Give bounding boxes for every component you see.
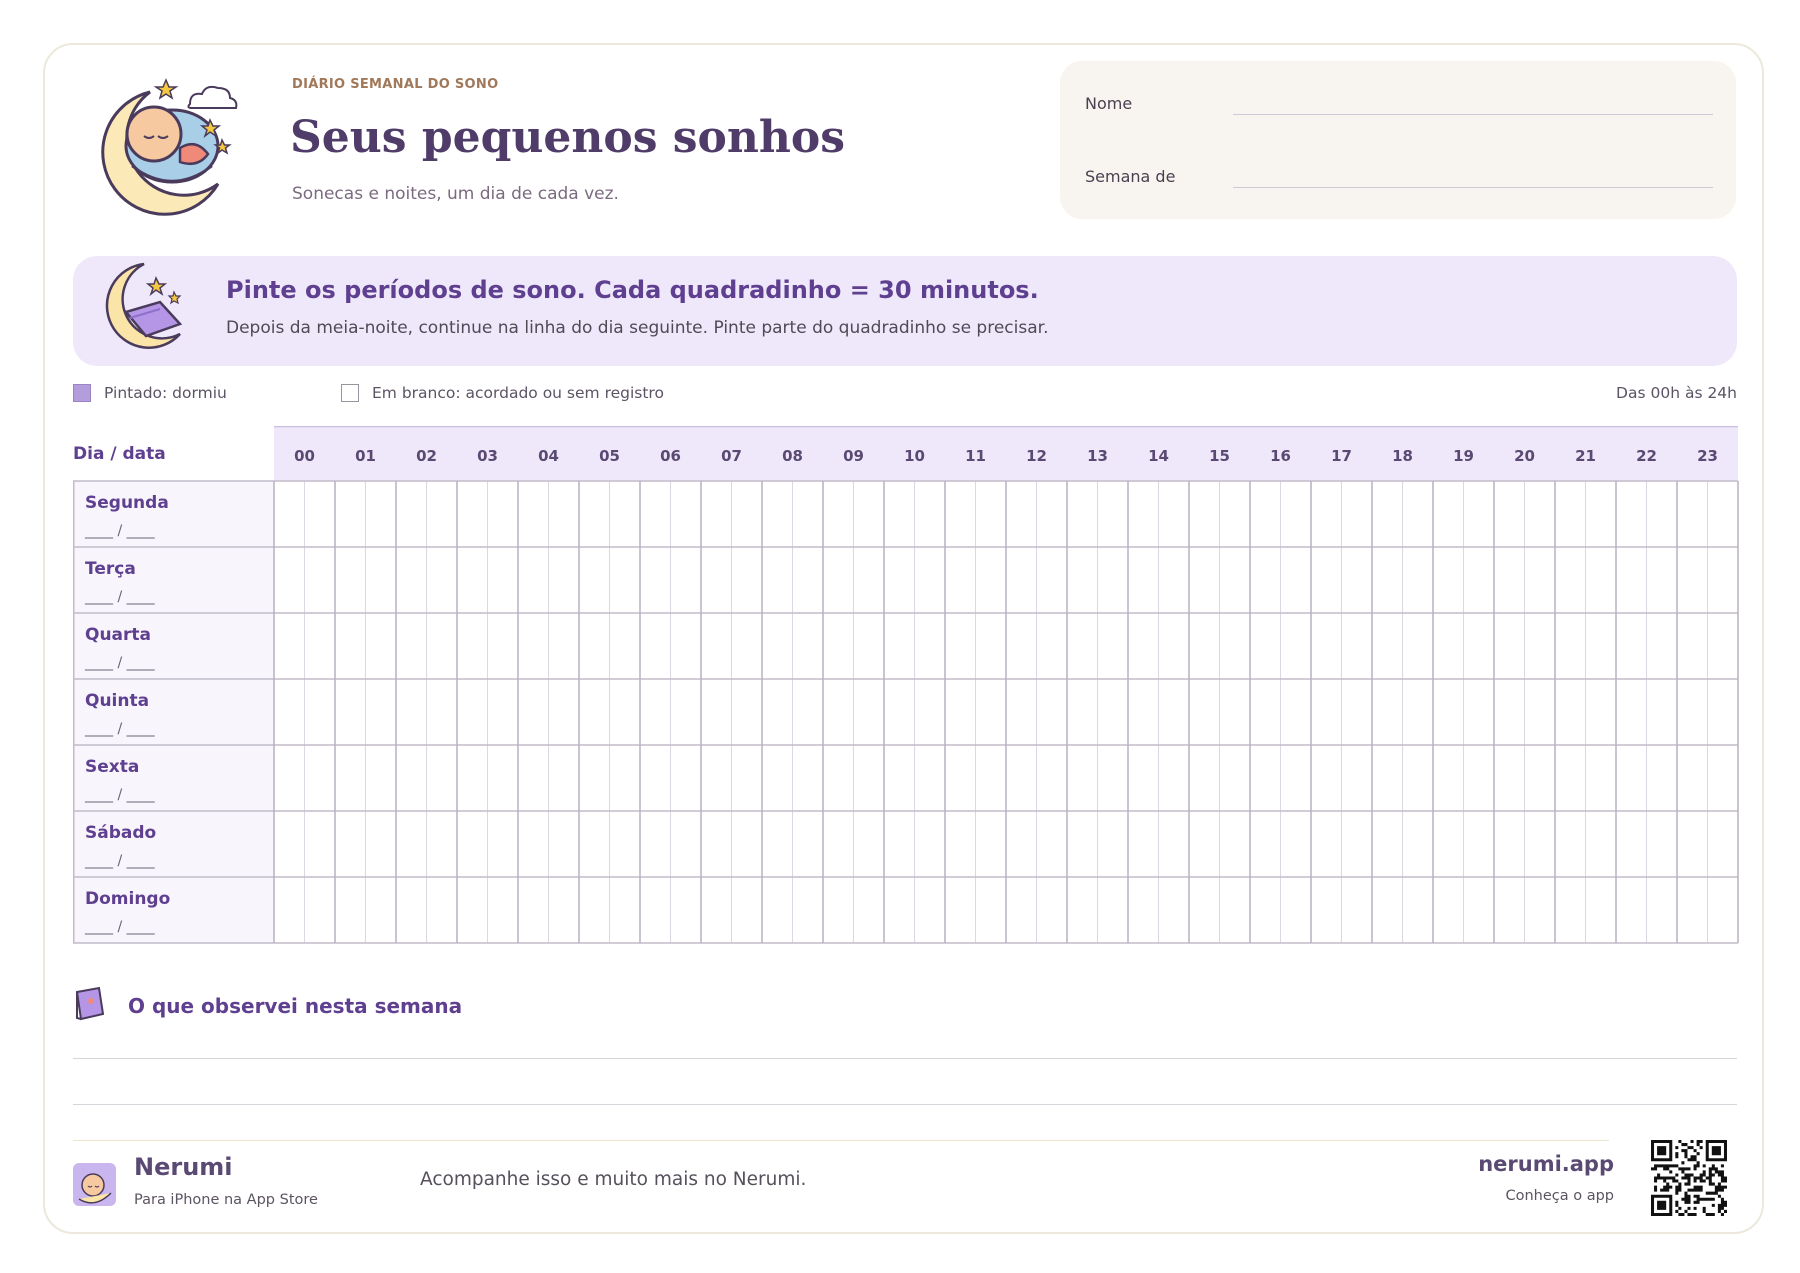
name-field[interactable] bbox=[1233, 114, 1713, 115]
qr-code-icon[interactable] bbox=[1651, 1140, 1727, 1216]
sleep-grid: Dia / data 00 01 02 03 04 05 06 07 08 09 10 11 12 13 14… bbox=[73, 426, 1739, 944]
day-date-blank: ____ / ____ bbox=[84, 787, 156, 803]
hour-label-11: 11 bbox=[965, 447, 986, 465]
footer-message: Acompanhe isso e muito mais no Nerumi. bbox=[420, 1169, 807, 1190]
banner-title: Pinte os períodos de sono. Cada quadradi… bbox=[226, 276, 1039, 304]
day-label: Segunda bbox=[85, 493, 169, 513]
hour-label-17: 17 bbox=[1331, 447, 1352, 465]
notes-line-1[interactable] bbox=[73, 1058, 1737, 1059]
hour-label-12: 12 bbox=[1026, 447, 1047, 465]
hour-label-07: 07 bbox=[721, 447, 742, 465]
hour-label-05: 05 bbox=[599, 447, 620, 465]
hour-label-20: 20 bbox=[1514, 447, 1535, 465]
day-date-blank: ____ / ____ bbox=[84, 655, 156, 671]
name-label: Nome bbox=[1085, 94, 1133, 113]
qr-code-modules bbox=[1651, 1140, 1727, 1216]
notes-title: O que observei nesta semana bbox=[128, 994, 463, 1018]
hour-label-19: 19 bbox=[1453, 447, 1474, 465]
hour-label-08: 08 bbox=[782, 447, 803, 465]
kicker: DIÁRIO SEMANAL DO SONO bbox=[292, 77, 499, 92]
name-week-box bbox=[1060, 61, 1736, 219]
hour-label-00: 00 bbox=[294, 447, 315, 465]
hour-label-14: 14 bbox=[1148, 447, 1169, 465]
day-label: Quarta bbox=[85, 625, 151, 645]
legend-blank-label: Em branco: acordado ou sem registro bbox=[372, 384, 664, 402]
day-date-blank: ____ / ____ bbox=[84, 523, 156, 539]
legend-filled-swatch bbox=[73, 384, 91, 402]
day-label: Sexta bbox=[85, 757, 139, 777]
hour-label-09: 09 bbox=[843, 447, 864, 465]
day-label: Terça bbox=[85, 559, 136, 579]
hour-label-18: 18 bbox=[1392, 447, 1413, 465]
hour-label-02: 02 bbox=[416, 447, 437, 465]
legend-range: Das 00h às 24h bbox=[1616, 384, 1737, 402]
baby-sleeping-on-moon-icon bbox=[92, 76, 244, 221]
hour-label-10: 10 bbox=[904, 447, 925, 465]
site-link[interactable]: nerumi.app bbox=[1478, 1152, 1614, 1176]
hour-label-01: 01 bbox=[355, 447, 376, 465]
instruction-banner bbox=[73, 256, 1737, 366]
hour-label-15: 15 bbox=[1209, 447, 1230, 465]
day-date-blank: ____ / ____ bbox=[84, 721, 156, 737]
hour-label-21: 21 bbox=[1575, 447, 1596, 465]
nerumi-logo-icon bbox=[73, 1163, 116, 1206]
notes-line-2[interactable] bbox=[73, 1104, 1737, 1105]
page-subtitle: Sonecas e noites, um dia de cada vez. bbox=[292, 184, 619, 204]
moon-with-blanket-icon bbox=[104, 258, 190, 350]
grid-corner-label: Dia / data bbox=[73, 444, 166, 464]
day-label: Domingo bbox=[85, 889, 170, 909]
day-label: Quinta bbox=[85, 691, 149, 711]
hour-label-06: 06 bbox=[660, 447, 681, 465]
legend-blank-swatch bbox=[341, 384, 359, 402]
hour-label-13: 13 bbox=[1087, 447, 1108, 465]
site-subtitle: Conheça o app bbox=[1505, 1188, 1614, 1204]
week-field[interactable] bbox=[1233, 187, 1713, 188]
day-label: Sábado bbox=[85, 823, 156, 843]
day-column-background bbox=[73, 481, 274, 943]
hour-label-03: 03 bbox=[477, 447, 498, 465]
day-date-blank: ____ / ____ bbox=[84, 589, 156, 605]
banner-text: Depois da meia-noite, continue na linha … bbox=[226, 318, 1049, 338]
brand-name: Nerumi bbox=[134, 1153, 233, 1181]
legend-filled-label: Pintado: dormiu bbox=[104, 384, 227, 402]
footer-divider bbox=[73, 1140, 1609, 1141]
hour-label-23: 23 bbox=[1697, 447, 1718, 465]
day-date-blank: ____ / ____ bbox=[84, 919, 156, 935]
brand-subtitle: Para iPhone na App Store bbox=[134, 1192, 318, 1208]
day-date-blank: ____ / ____ bbox=[84, 853, 156, 869]
notebook-icon bbox=[73, 986, 107, 1022]
hour-label-22: 22 bbox=[1636, 447, 1657, 465]
page-title: Seus pequenos sonhos bbox=[290, 112, 846, 163]
hour-label-16: 16 bbox=[1270, 447, 1291, 465]
hour-label-04: 04 bbox=[538, 447, 559, 465]
week-label: Semana de bbox=[1085, 167, 1176, 186]
